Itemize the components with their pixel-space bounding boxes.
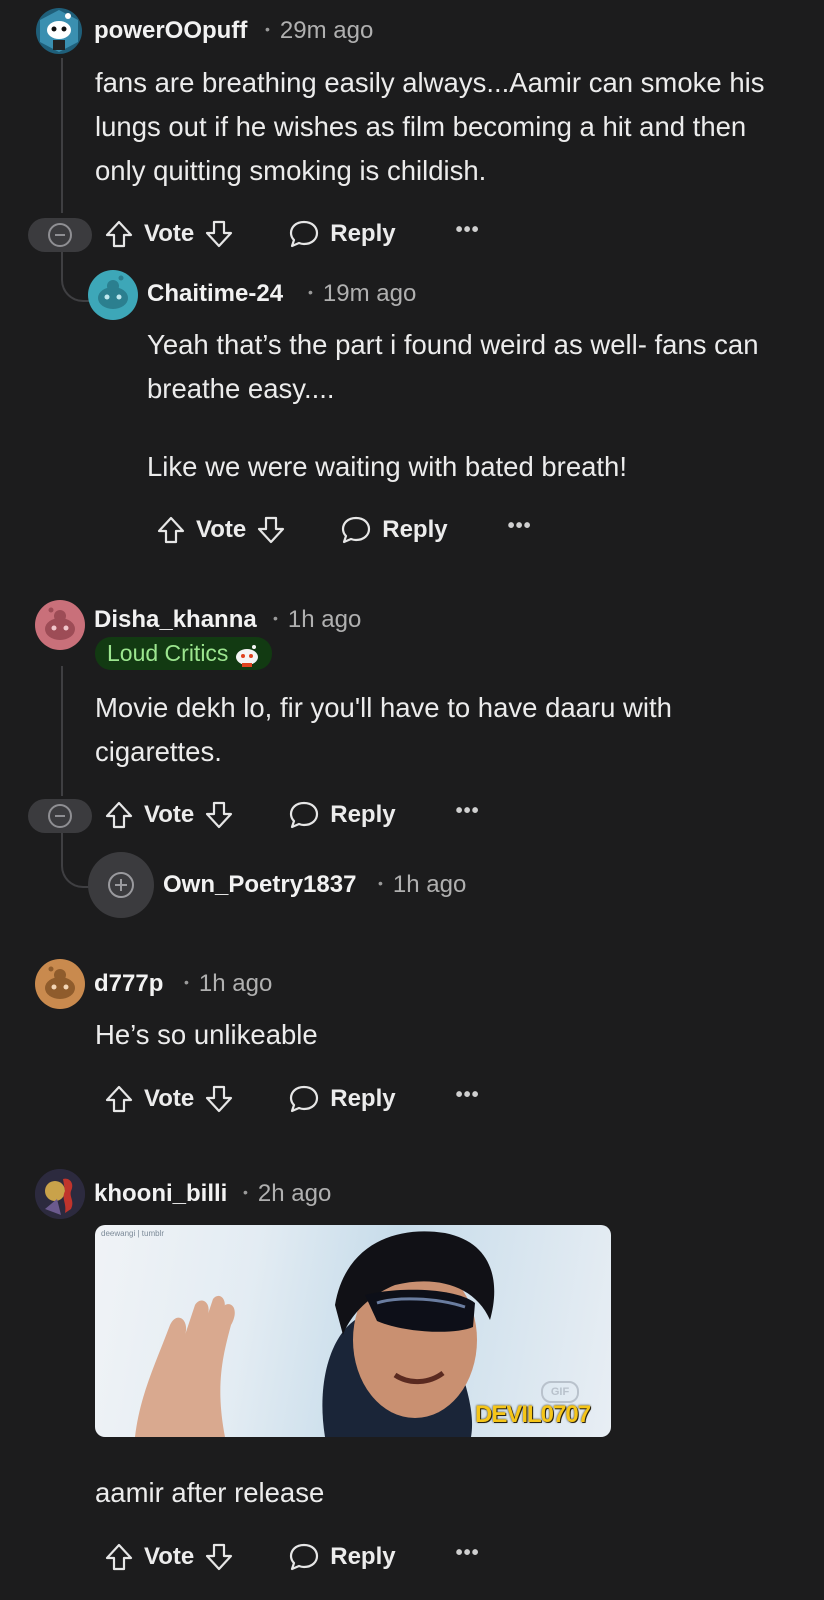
speech-bubble-icon [290, 801, 319, 829]
comment-body: fans are breathing easily always...Aamir… [95, 61, 795, 193]
reply-label: Reply [330, 1085, 396, 1112]
snoo-avatar-icon [40, 10, 78, 52]
vote-label: Vote [144, 1543, 195, 1570]
downvote-arrow-icon[interactable] [202, 1082, 236, 1116]
minus-circle-icon [48, 804, 72, 828]
speech-bubble-icon [342, 516, 371, 544]
avatar[interactable] [35, 959, 85, 1009]
comment-text: Like we were waiting with bated breath! [147, 451, 627, 482]
upvote-arrow-icon[interactable] [154, 513, 188, 547]
avatar[interactable] [35, 1169, 85, 1219]
comment-text: He’s so unlikeable [95, 1019, 318, 1050]
comment-text: Movie dekh lo, fir you'll have to have d… [95, 692, 672, 767]
downvote-arrow-icon[interactable] [202, 217, 236, 251]
reply-button[interactable]: Reply [288, 219, 396, 249]
comment-body: aamir after release [95, 1471, 795, 1515]
upvote-arrow-icon[interactable] [102, 1540, 136, 1574]
gif-media[interactable]: deewangi | tumblr GIF DEVIL0707 [95, 1225, 611, 1437]
comment-actions: Vote Reply ••• [154, 508, 532, 552]
more-options-icon[interactable]: ••• [508, 515, 532, 538]
more-options-icon[interactable]: ••• [456, 800, 480, 823]
downvote-arrow-icon[interactable] [254, 513, 288, 547]
profile-picture-icon [35, 1169, 85, 1219]
comment-actions: Vote Reply ••• [102, 793, 480, 837]
snoo-avatar-icon [98, 275, 128, 309]
comment-actions: Vote Reply ••• [102, 212, 480, 256]
timestamp: 19m ago [308, 280, 416, 308]
avatar[interactable] [36, 8, 82, 54]
expand-thread-button[interactable] [88, 852, 154, 918]
vote-label: Vote [144, 801, 195, 828]
thread-line [61, 58, 63, 213]
gif-watermark: deewangi | tumblr [101, 1229, 164, 1238]
plus-circle-icon [108, 872, 134, 898]
comment-body: Movie dekh lo, fir you'll have to have d… [95, 686, 795, 774]
reply-label: Reply [330, 1543, 396, 1570]
gif-badge: GIF [541, 1381, 579, 1403]
comment-actions: Vote Reply ••• [102, 1535, 480, 1579]
collapse-button[interactable] [28, 799, 92, 833]
collapse-button[interactable] [28, 218, 92, 252]
comment-body: Yeah that’s the part i found weird as we… [147, 323, 797, 489]
snoo-avatar-icon [45, 966, 75, 999]
avatar[interactable] [88, 270, 138, 320]
username[interactable]: powerOOpuff [94, 17, 247, 45]
vote-label: Vote [144, 220, 195, 247]
reply-label: Reply [382, 516, 448, 543]
snoo-avatar-icon [45, 607, 75, 640]
more-options-icon[interactable]: ••• [456, 219, 480, 242]
downvote-arrow-icon[interactable] [202, 1540, 236, 1574]
comment-actions: Vote Reply ••• [102, 1077, 480, 1121]
upvote-arrow-icon[interactable] [102, 217, 136, 251]
timestamp: 29m ago [265, 17, 373, 45]
gif-credit: DEVIL0707 [475, 1401, 591, 1428]
speech-bubble-icon [290, 1085, 319, 1113]
timestamp: 2h ago [243, 1180, 331, 1208]
timestamp: 1h ago [378, 871, 466, 899]
downvote-arrow-icon[interactable] [202, 798, 236, 832]
username[interactable]: khooni_billi [94, 1180, 227, 1208]
comment-body: He’s so unlikeable [95, 1013, 795, 1057]
thread-connector [61, 246, 89, 302]
timestamp: 1h ago [184, 970, 272, 998]
username[interactable]: Own_Poetry1837 [163, 871, 356, 899]
reply-button[interactable]: Reply [288, 1084, 396, 1114]
speech-bubble-icon [290, 1543, 319, 1571]
comment-text: aamir after release [95, 1477, 325, 1508]
reply-button[interactable]: Reply [340, 515, 448, 545]
upvote-arrow-icon[interactable] [102, 1082, 136, 1116]
upvote-arrow-icon[interactable] [102, 798, 136, 832]
reply-button[interactable]: Reply [288, 1542, 396, 1572]
more-options-icon[interactable]: ••• [456, 1084, 480, 1107]
reply-label: Reply [330, 801, 396, 828]
thread-connector [61, 830, 91, 888]
comment-text: fans are breathing easily always...Aamir… [95, 67, 765, 186]
username[interactable]: Chaitime-24 [147, 280, 283, 308]
more-options-icon[interactable]: ••• [456, 1542, 480, 1565]
flair-label: Loud Critics [107, 640, 229, 666]
snoo-flair-icon [236, 645, 259, 667]
vote-label: Vote [144, 1085, 195, 1112]
vote-label: Vote [196, 516, 247, 543]
speech-bubble-icon [290, 220, 319, 248]
thread-line [61, 666, 63, 796]
comment-text: Yeah that’s the part i found weird as we… [147, 329, 759, 404]
reply-label: Reply [330, 220, 396, 247]
avatar[interactable] [35, 600, 85, 650]
timestamp: 1h ago [273, 606, 361, 634]
user-flair: Loud Critics [95, 637, 273, 670]
reply-button[interactable]: Reply [288, 800, 396, 830]
username[interactable]: Disha_khanna [94, 606, 257, 634]
username[interactable]: d777p [94, 970, 163, 998]
minus-circle-icon [48, 223, 72, 247]
